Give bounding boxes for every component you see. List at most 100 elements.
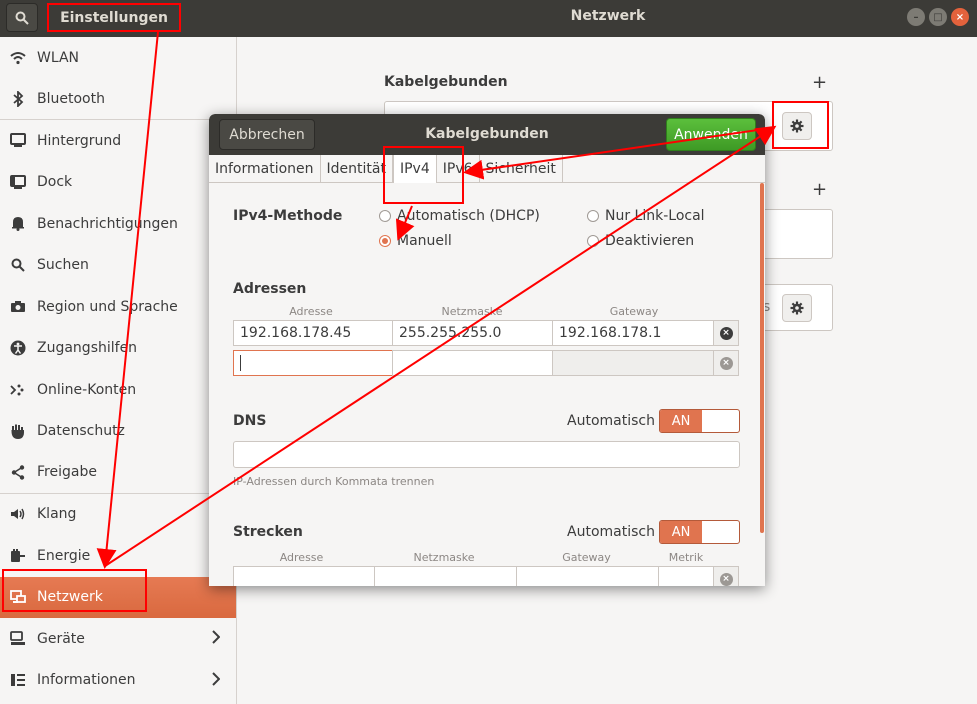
switch-knob [702,410,739,432]
text-cursor [240,355,241,371]
sidebar-item-dock[interactable]: Dock [0,162,236,204]
sidebar-item-benachrichtigungen[interactable]: Benachrichtigungen [0,203,236,245]
sidebar-item-geraete[interactable]: Geräte [0,618,236,660]
sidebar-item-datenschutz[interactable]: Datenschutz [0,411,236,453]
sidebar-item-label: Benachrichtigungen [37,215,178,232]
radio-disabled[interactable]: Deaktivieren [587,233,694,249]
dns-label: DNS [233,413,267,429]
add-vpn-button[interactable]: + [812,179,827,200]
sidebar-item-label: Suchen [37,257,89,274]
online-accounts-icon [9,381,27,399]
panel-title: Netzwerk [570,8,646,24]
hand-icon [9,422,27,440]
sidebar-item-label: WLAN [37,49,80,66]
routes-label: Strecken [233,524,303,540]
sidebar-item-label: Informationen [37,672,136,689]
maximize-button[interactable]: □ [929,8,947,26]
sidebar-item-label: Freigabe [37,464,97,481]
scrollbar[interactable] [760,183,764,533]
dns-input[interactable] [233,441,740,468]
switch-on-label: AN [660,521,702,543]
switch-knob [702,521,739,543]
column-header-address: Adresse [279,551,324,564]
netmask-input[interactable] [392,350,553,376]
sidebar-item-label: Dock [37,174,73,191]
dialog-header: Abbrechen Kabelgebunden Anwenden [209,114,765,155]
monitor-icon [9,132,27,150]
annotation-box [383,146,464,204]
delete-row-button[interactable]: × [713,320,739,346]
proxy-settings-button[interactable] [782,294,812,322]
routes-automatic-label: Automatisch [567,524,655,540]
cancel-button[interactable]: Abbrechen [219,119,315,150]
dialog-tabs: Informationen Identität IPv4 IPv6 Sicher… [209,155,765,183]
routes-automatic-switch[interactable]: AN [659,520,740,544]
column-header-netmask: Netzmaske [413,551,475,564]
radio-indicator [379,210,391,222]
info-icon [9,671,27,689]
switch-on-label: AN [660,410,702,432]
radio-indicator [587,210,599,222]
accessibility-icon [9,339,27,357]
route-netmask-input[interactable] [374,566,517,586]
radio-dhcp[interactable]: Automatisch (DHCP) [379,208,540,224]
dns-automatic-label: Automatisch [567,413,655,429]
tab-informationen[interactable]: Informationen [209,155,321,183]
sidebar-item-hintergrund[interactable]: Hintergrund [0,120,236,162]
bluetooth-icon [9,90,27,108]
power-icon [9,547,27,565]
column-header-address: Adresse [289,305,333,318]
sidebar-item-label: Energie [37,547,91,564]
sidebar-item-label: Region und Sprache [37,298,178,315]
delete-row-button[interactable]: × [713,350,739,376]
sidebar-item-suchen[interactable]: Suchen [0,245,236,287]
column-header-netmask: Netzmaske [441,305,503,318]
annotation-box [47,3,181,32]
dns-automatic-switch[interactable]: AN [659,409,740,433]
gateway-input[interactable] [552,350,714,376]
sidebar-item-wlan[interactable]: WLAN [0,37,236,79]
window-controls: – □ × [907,8,969,26]
sidebar-item-label: Online-Konten [37,381,137,398]
dock-icon [9,173,27,191]
minimize-button[interactable]: – [907,8,925,26]
sidebar-item-label: Hintergrund [37,132,122,149]
column-header-metric: Metrik [668,551,704,564]
sidebar-item-online-konten[interactable]: Online-Konten [0,369,236,411]
sidebar-item-zugangshilfen[interactable]: Zugangshilfen [0,328,236,370]
camera-icon [9,298,27,316]
wifi-icon [9,49,27,67]
sidebar-item-label: Bluetooth [37,90,105,107]
sidebar-item-label: Geräte [37,630,85,647]
search-icon [15,11,29,25]
apply-button[interactable]: Anwenden [666,118,756,151]
address-input[interactable] [233,350,393,376]
gateway-input[interactable]: 192.168.178.1 [552,320,714,346]
radio-link-local[interactable]: Nur Link-Local [587,208,705,224]
dialog-title: Kabelgebunden [425,126,549,142]
sidebar-item-bluetooth[interactable]: Bluetooth [0,79,236,120]
route-metric-input[interactable] [658,566,714,586]
delete-route-button[interactable]: × [713,566,739,586]
share-icon [9,463,27,481]
search-button[interactable] [6,3,38,32]
annotation-box [2,569,147,612]
devices-icon [9,630,27,648]
netmask-input[interactable]: 255.255.255.0 [392,320,553,346]
route-gateway-input[interactable] [516,566,659,586]
close-button[interactable]: × [951,8,969,26]
sidebar-item-label: Datenschutz [37,423,125,440]
sidebar-item-klang[interactable]: Klang [0,494,236,536]
sidebar-item-freigabe[interactable]: Freigabe [0,452,236,494]
add-wired-button[interactable]: + [812,72,827,93]
route-address-input[interactable] [233,566,375,586]
address-input[interactable]: 192.168.178.45 [233,320,393,346]
tab-sicherheit[interactable]: Sicherheit [480,155,563,183]
sidebar-item-region-und-sprache[interactable]: Region und Sprache [0,286,236,328]
sidebar-item-informationen[interactable]: Informationen [0,660,236,702]
radio-label: Automatisch (DHCP) [397,208,540,224]
annotation-box [772,101,829,149]
wired-settings-dialog: Abbrechen Kabelgebunden Anwenden Informa… [209,114,765,586]
radio-manual[interactable]: Manuell [379,233,452,249]
chevron-right-icon [212,630,221,648]
